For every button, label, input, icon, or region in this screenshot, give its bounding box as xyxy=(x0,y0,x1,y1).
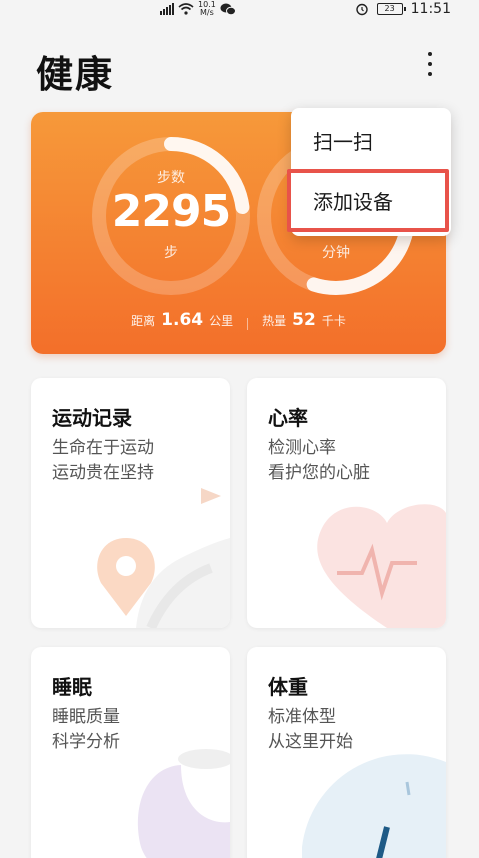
calories-value: 52 xyxy=(292,310,316,330)
network-speed: 10.1 M/s xyxy=(198,1,216,17)
battery-icon: 23 xyxy=(376,3,406,15)
more-dot xyxy=(428,62,432,66)
tile-subtitle: 生命在于运动 xyxy=(52,438,154,458)
network-speed-unit: M/s xyxy=(200,8,214,17)
steps-value: 2295 xyxy=(111,186,231,237)
tile-title: 心率 xyxy=(268,406,308,430)
battery-level: 23 xyxy=(384,4,395,13)
tile-subtitle: 标准体型 xyxy=(268,707,336,727)
tile-title: 体重 xyxy=(268,675,308,699)
tile-subtitle: 科学分析 xyxy=(52,732,120,752)
tile-subtitle: 睡眠质量 xyxy=(52,707,120,727)
clock: 11:51 xyxy=(410,1,451,17)
distance-label: 距离 xyxy=(131,314,156,328)
tile-sleep[interactable]: 睡眠 睡眠质量 科学分析 xyxy=(31,647,230,858)
alarm-icon xyxy=(355,3,368,16)
wifi-icon xyxy=(178,3,194,15)
steps-unit: 步 xyxy=(164,245,178,261)
signal-icon xyxy=(160,3,174,15)
page-title: 健康 xyxy=(36,53,114,96)
tile-weight[interactable]: 体重 标准体型 从这里开始 xyxy=(247,647,446,858)
distance-value: 1.64 xyxy=(161,310,204,330)
menu-divider xyxy=(305,170,437,171)
minutes-unit: 分钟 xyxy=(322,245,350,261)
network-indicators: 10.1 M/s xyxy=(160,0,236,18)
tile-exercise-record[interactable]: 运动记录 生命在于运动 运动贵在坚持 xyxy=(31,378,230,628)
menu-item-add-device[interactable]: 添加设备 xyxy=(291,172,451,228)
wechat-icon xyxy=(220,3,236,15)
tile-subtitle: 看护您的心脏 xyxy=(268,463,370,483)
tile-title: 睡眠 xyxy=(52,675,92,699)
overflow-menu: 扫一扫 添加设备 xyxy=(291,108,451,236)
status-bar: 10.1 M/s 23 11:51 xyxy=(0,0,479,20)
steps-label: 步数 xyxy=(157,170,185,186)
calories-label: 热量 xyxy=(262,314,287,328)
distance-unit: 公里 xyxy=(209,314,234,328)
activity-footer: 距离 1.64 公里 热量 52 千卡 xyxy=(31,310,446,338)
tile-subtitle: 运动贵在坚持 xyxy=(52,463,154,483)
more-options-button[interactable] xyxy=(418,46,442,82)
tile-subtitle: 从这里开始 xyxy=(268,732,353,752)
tile-title: 运动记录 xyxy=(52,406,132,430)
menu-item-scan[interactable]: 扫一扫 xyxy=(291,112,451,168)
more-vertical-icon xyxy=(428,52,432,56)
status-right: 23 11:51 xyxy=(355,0,451,18)
tile-heart-rate[interactable]: 心率 检测心率 看护您的心脏 xyxy=(247,378,446,628)
tile-subtitle: 检测心率 xyxy=(268,438,336,458)
footer-divider xyxy=(247,318,249,330)
calories-unit: 千卡 xyxy=(321,314,346,328)
more-dot xyxy=(428,72,432,76)
